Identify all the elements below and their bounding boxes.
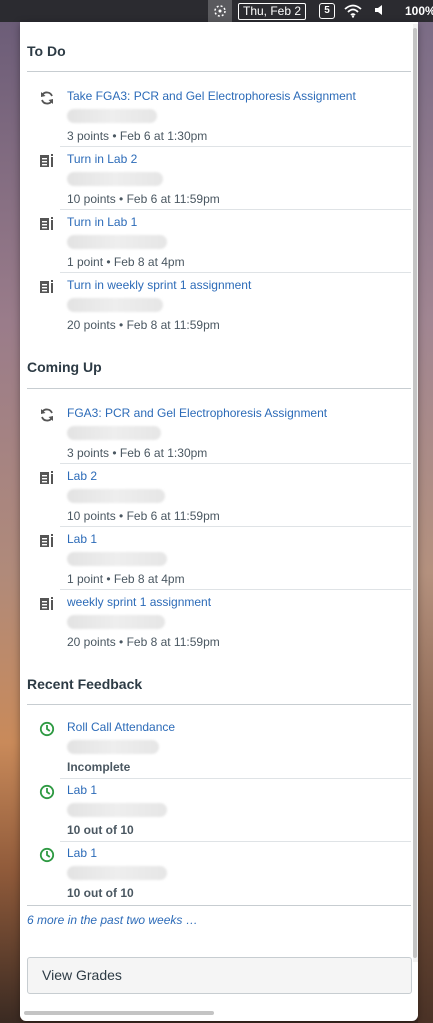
clock-icon xyxy=(39,847,55,863)
quiz-icon xyxy=(39,90,55,106)
notification-badge-icon[interactable]: 5 xyxy=(319,3,335,19)
recent-feedback-heading: Recent Feedback xyxy=(27,676,143,692)
item-divider xyxy=(60,778,411,779)
canvas-menubar-icon[interactable] xyxy=(208,0,232,22)
coming-up-item-2[interactable]: Lab 2 10 points • Feb 6 at 11:59pm xyxy=(20,469,411,533)
item-divider xyxy=(60,272,411,273)
coming-up-heading: Coming Up xyxy=(27,359,102,375)
course-name-blurred xyxy=(67,615,165,629)
course-name-blurred xyxy=(67,489,165,503)
item-divider xyxy=(60,463,411,464)
course-name-blurred xyxy=(67,866,167,880)
todo-item-title[interactable]: Turn in weekly sprint 1 assignment xyxy=(67,278,251,292)
desktop-wallpaper-right xyxy=(418,22,433,1023)
todo-item-meta: 3 points • Feb 6 at 1:30pm xyxy=(67,129,208,143)
feedback-item-grade: 10 out of 10 xyxy=(67,823,134,837)
feedback-item-grade: Incomplete xyxy=(67,760,131,774)
coming-up-item-meta: 1 point • Feb 8 at 4pm xyxy=(67,572,185,586)
coming-up-item-title[interactable]: Lab 1 xyxy=(67,532,97,546)
coming-up-item-3[interactable]: Lab 1 1 point • Feb 8 at 4pm xyxy=(20,532,411,596)
todo-item-meta: 10 points • Feb 6 at 11:59pm xyxy=(67,192,220,206)
feedback-item-2[interactable]: Lab 1 10 out of 10 xyxy=(20,783,411,847)
course-name-blurred xyxy=(67,109,157,123)
assignment-icon xyxy=(39,279,55,295)
course-name-blurred xyxy=(67,172,163,186)
coming-up-item-meta: 20 points • Feb 8 at 11:59pm xyxy=(67,635,220,649)
assignment-icon xyxy=(39,470,55,486)
feedback-bottom-divider xyxy=(27,905,411,906)
todo-item-title[interactable]: Turn in Lab 2 xyxy=(67,152,137,166)
wifi-icon[interactable] xyxy=(344,4,362,21)
todo-divider xyxy=(27,71,411,72)
recent-feedback-divider xyxy=(27,704,411,705)
more-feedback-link[interactable]: 6 more in the past two weeks … xyxy=(27,913,198,927)
desktop-wallpaper-left xyxy=(0,22,20,1023)
course-name-blurred xyxy=(67,426,161,440)
coming-up-item-meta: 3 points • Feb 6 at 1:30pm xyxy=(67,446,208,460)
coming-up-divider xyxy=(27,388,411,389)
todo-item-meta: 1 point • Feb 8 at 4pm xyxy=(67,255,185,269)
course-name-blurred xyxy=(67,298,163,312)
item-divider xyxy=(60,209,411,210)
item-divider xyxy=(60,146,411,147)
feedback-item-3[interactable]: Lab 1 10 out of 10 xyxy=(20,846,411,910)
assignment-icon xyxy=(39,216,55,232)
feedback-item-grade: 10 out of 10 xyxy=(67,886,134,900)
course-name-blurred xyxy=(67,552,167,566)
course-name-blurred xyxy=(67,740,159,754)
clock-icon xyxy=(39,721,55,737)
coming-up-item-4[interactable]: weekly sprint 1 assignment 20 points • F… xyxy=(20,595,411,659)
view-grades-button[interactable]: View Grades xyxy=(27,957,412,994)
coming-up-item-meta: 10 points • Feb 6 at 11:59pm xyxy=(67,509,220,523)
todo-heading: To Do xyxy=(27,43,66,59)
horizontal-scrollbar-thumb[interactable] xyxy=(24,1011,214,1015)
item-divider xyxy=(60,526,411,527)
assignment-icon xyxy=(39,533,55,549)
vertical-scrollbar-thumb[interactable] xyxy=(413,28,417,958)
coming-up-item-title[interactable]: weekly sprint 1 assignment xyxy=(67,595,211,609)
course-name-blurred xyxy=(67,235,167,249)
battery-percentage[interactable]: 100% xyxy=(405,4,433,18)
quiz-icon xyxy=(39,407,55,423)
volume-icon[interactable] xyxy=(374,4,386,19)
todo-item-1[interactable]: Take FGA3: PCR and Gel Electrophoresis A… xyxy=(20,89,411,153)
todo-item-title[interactable]: Take FGA3: PCR and Gel Electrophoresis A… xyxy=(67,89,356,103)
todo-item-title[interactable]: Turn in Lab 1 xyxy=(67,215,137,229)
feedback-item-title[interactable]: Lab 1 xyxy=(67,783,97,797)
feedback-item-title[interactable]: Roll Call Attendance xyxy=(67,720,175,734)
coming-up-item-1[interactable]: FGA3: PCR and Gel Electrophoresis Assign… xyxy=(20,406,411,470)
todo-item-2[interactable]: Turn in Lab 2 10 points • Feb 6 at 11:59… xyxy=(20,152,411,216)
menubar-date[interactable]: Thu, Feb 2 xyxy=(238,3,307,20)
menu-bar: Thu, Feb 2 5 100% xyxy=(0,0,433,22)
vertical-scrollbar[interactable] xyxy=(413,24,418,962)
assignment-icon xyxy=(39,596,55,612)
feedback-item-title[interactable]: Lab 1 xyxy=(67,846,97,860)
assignment-icon xyxy=(39,153,55,169)
todo-item-4[interactable]: Turn in weekly sprint 1 assignment 20 po… xyxy=(20,278,411,342)
todo-item-meta: 20 points • Feb 8 at 11:59pm xyxy=(67,318,220,332)
item-divider xyxy=(60,841,411,842)
clock-icon xyxy=(39,784,55,800)
course-name-blurred xyxy=(67,803,167,817)
item-divider xyxy=(60,589,411,590)
coming-up-item-title[interactable]: FGA3: PCR and Gel Electrophoresis Assign… xyxy=(67,406,327,420)
coming-up-item-title[interactable]: Lab 2 xyxy=(67,469,97,483)
dashboard-popover: To Do Take FGA3: PCR and Gel Electrophor… xyxy=(20,22,418,1021)
todo-item-3[interactable]: Turn in Lab 1 1 point • Feb 8 at 4pm xyxy=(20,215,411,279)
feedback-item-1[interactable]: Roll Call Attendance Incomplete xyxy=(20,720,411,784)
